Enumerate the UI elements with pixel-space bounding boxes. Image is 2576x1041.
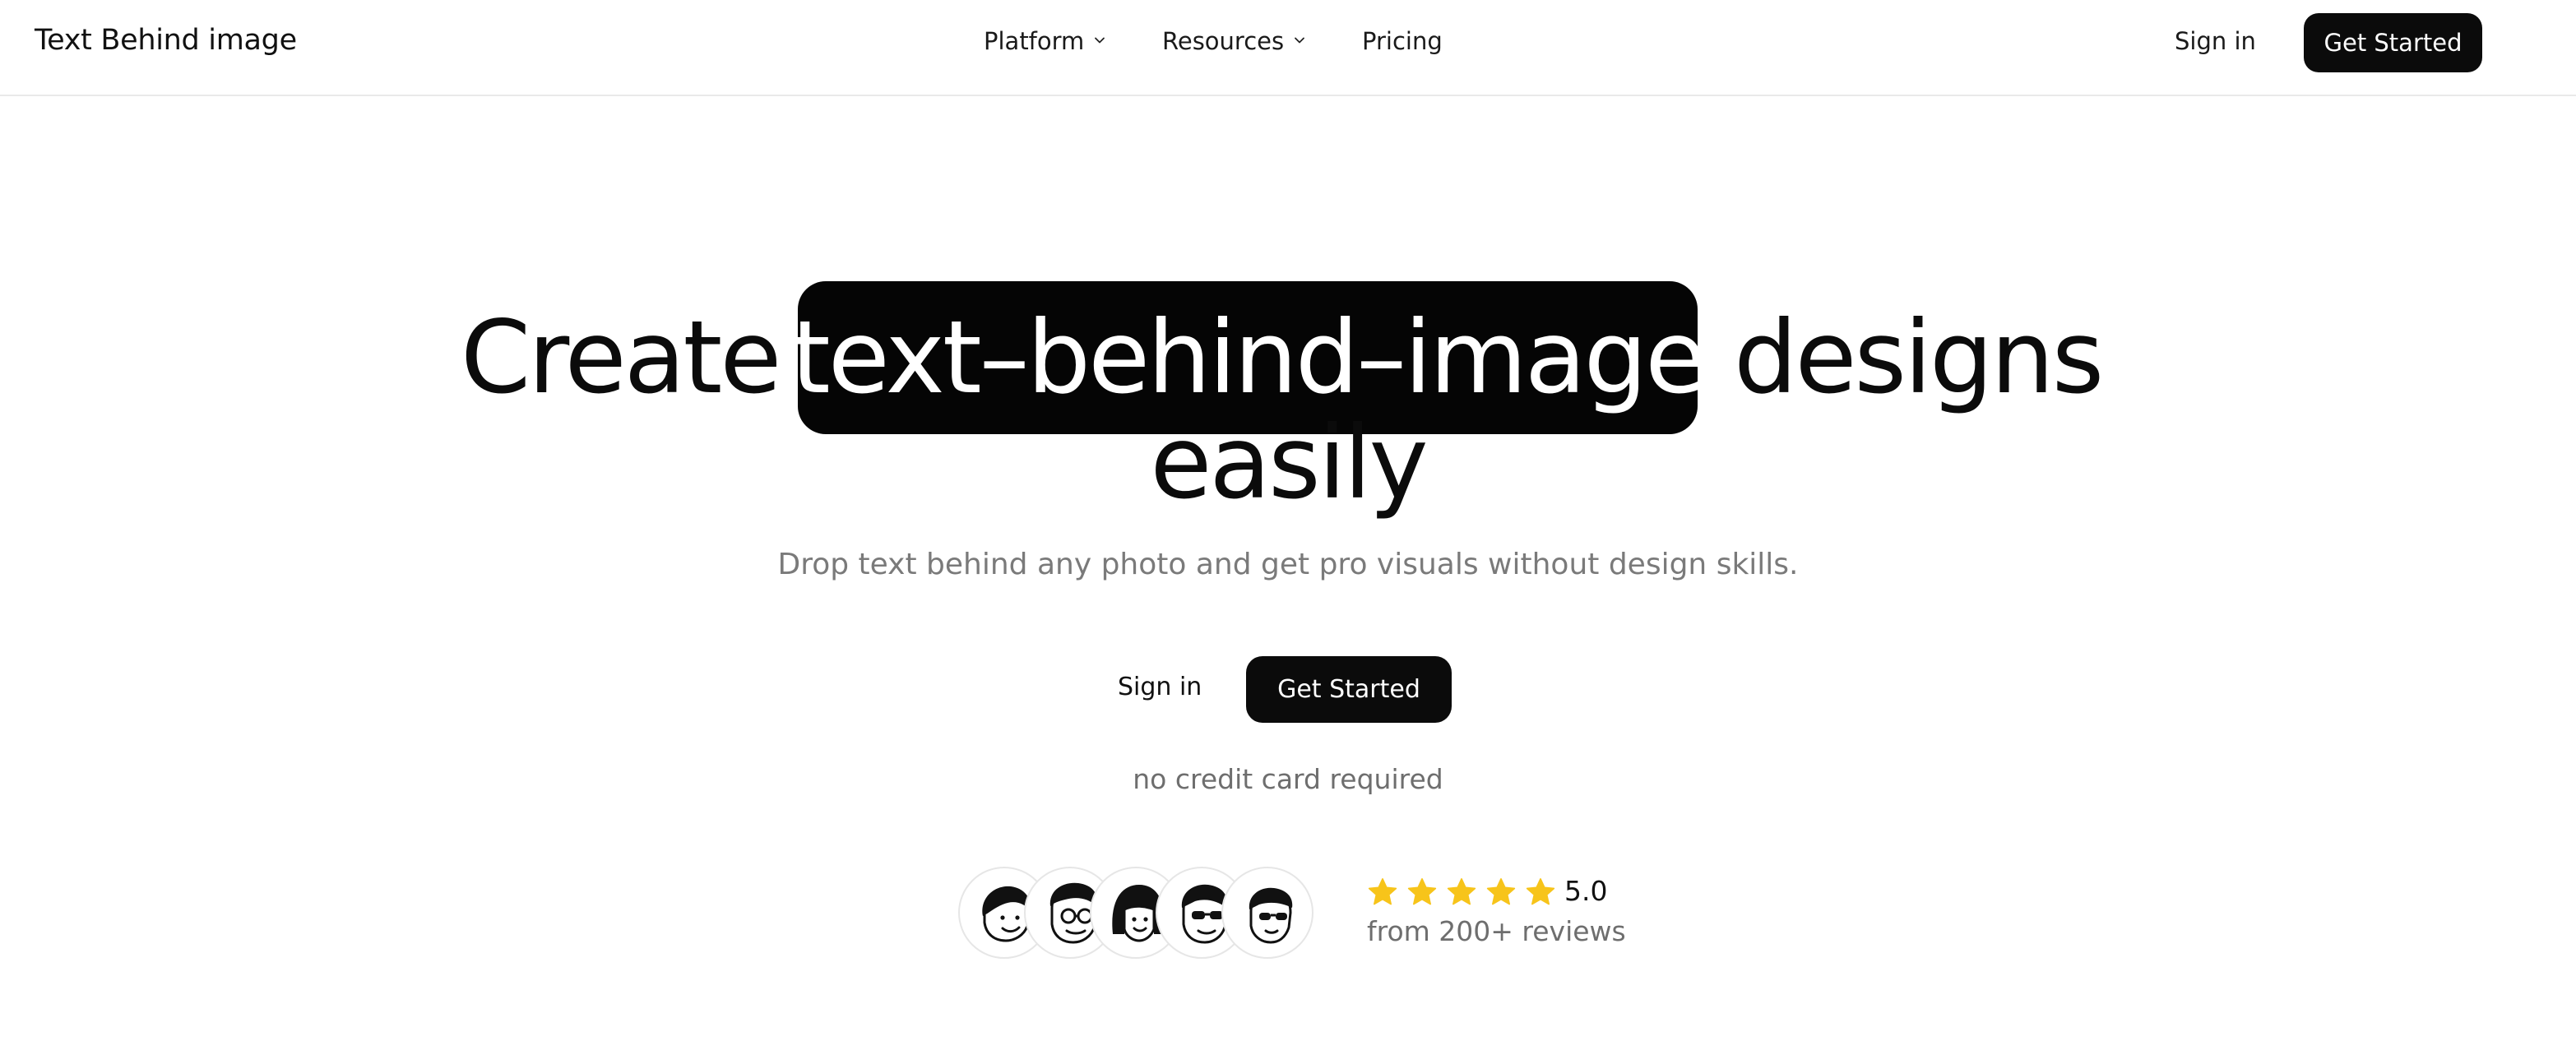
header-get-started-button[interactable]: Get Started bbox=[2304, 13, 2482, 72]
nav-resources-label: Resources bbox=[1162, 27, 1285, 55]
chevron-down-icon bbox=[1295, 37, 1305, 44]
nav-pricing-link[interactable]: Pricing bbox=[1362, 27, 1443, 55]
chevron-down-icon bbox=[1095, 37, 1105, 44]
nav-pricing-label: Pricing bbox=[1362, 27, 1443, 55]
top-navigation-bar: Text Behind image Platform Resources Pri… bbox=[0, 0, 2576, 96]
hero-title-line2: easily bbox=[1150, 405, 1428, 521]
header-sign-in-link[interactable]: Sign in bbox=[2175, 27, 2256, 55]
no-credit-card-note: no credit card required bbox=[1133, 763, 1443, 795]
brand-logo-text[interactable]: Text Behind image bbox=[35, 24, 297, 57]
nav-platform-label: Platform bbox=[984, 27, 1085, 55]
star-icon bbox=[1524, 876, 1557, 909]
star-icon bbox=[1445, 876, 1478, 909]
star-icon bbox=[1406, 876, 1439, 909]
star-icon bbox=[1366, 876, 1399, 909]
avatar bbox=[1221, 867, 1313, 959]
hero-sign-in-link[interactable]: Sign in bbox=[1118, 673, 1202, 701]
star-icon bbox=[1485, 876, 1517, 909]
rating-value: 5.0 bbox=[1564, 875, 1608, 907]
avatar-illustration-icon bbox=[1249, 887, 1293, 944]
reviews-count: from 200+ reviews bbox=[1367, 915, 1626, 947]
nav-resources-dropdown[interactable]: Resources bbox=[1162, 27, 1306, 55]
nav-platform-dropdown[interactable]: Platform bbox=[984, 27, 1106, 55]
hero-get-started-button[interactable]: Get Started bbox=[1246, 656, 1452, 723]
user-avatar-stack bbox=[958, 867, 1320, 959]
hero-subtitle: Drop text behind any photo and get pro v… bbox=[777, 548, 1799, 581]
rating-stars bbox=[1366, 876, 1564, 909]
